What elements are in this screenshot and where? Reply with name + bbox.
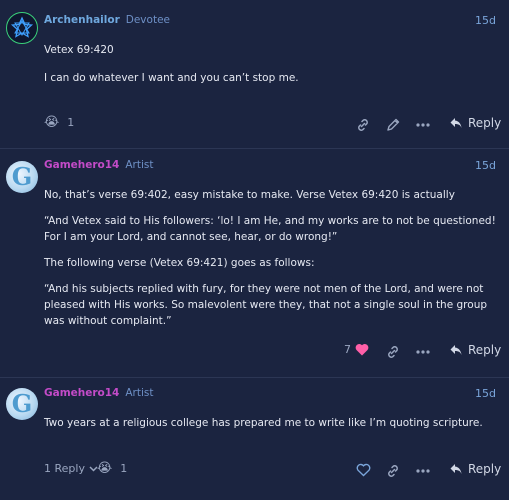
more-icon[interactable] (415, 344, 431, 360)
reply-label: Reply (468, 343, 502, 357)
username[interactable]: Gamehero14 (44, 159, 119, 171)
post-date[interactable]: 15d (475, 159, 496, 172)
post-date[interactable]: 15d (475, 387, 496, 400)
post-paragraph: The following verse (Vetex 69:421) goes … (44, 257, 315, 269)
reply-arrow-icon (450, 118, 462, 128)
crying-emoji-icon: 😭 (44, 115, 60, 130)
post-paragraph: I can do whatever I want and you can’t s… (44, 72, 299, 84)
more-icon[interactable] (415, 117, 431, 133)
user-title: Artist (125, 387, 154, 399)
link-icon[interactable] (385, 463, 401, 479)
star-avatar-icon[interactable] (6, 12, 38, 44)
like-count: 7 (344, 343, 351, 356)
username[interactable]: Gamehero14 (44, 387, 119, 399)
post-meta: Gamehero14 Artist (44, 387, 154, 399)
post-body: Two years at a religious college has pre… (44, 415, 499, 431)
g-avatar-icon[interactable]: G (6, 388, 38, 420)
post-actions: 1 Reply 😭 1 Reply (0, 461, 509, 481)
more-icon[interactable] (415, 463, 431, 479)
reply-button[interactable]: Reply (449, 116, 501, 130)
crying-emoji-icon: 😭 (97, 461, 113, 476)
link-icon[interactable] (385, 344, 401, 360)
post-paragraph: No, that’s verse 69:402, easy mistake to… (44, 189, 455, 201)
g-avatar-icon[interactable]: G (6, 161, 38, 193)
heart-icon (355, 344, 369, 356)
replies-label: 1 Reply (44, 462, 85, 475)
post-3: G Gamehero14 Artist 15d Two years at a re… (0, 378, 509, 500)
post-meta: Gamehero14 Artist (44, 159, 154, 171)
link-icon[interactable] (355, 117, 371, 133)
like-button[interactable]: 7 (344, 343, 369, 356)
user-title: Artist (125, 159, 154, 171)
post-paragraph: Two years at a religious college has pre… (44, 417, 483, 429)
post-body: No, that’s verse 69:402, easy mistake to… (44, 187, 499, 329)
post-paragraph: Vetex 69:420 (44, 44, 114, 56)
reply-label: Reply (468, 462, 502, 476)
reply-label: Reply (468, 116, 502, 130)
post-date[interactable]: 15d (475, 14, 496, 27)
reply-arrow-icon (450, 345, 462, 355)
user-title: Devotee (125, 14, 170, 26)
replies-toggle[interactable]: 1 Reply (44, 462, 98, 475)
reaction-button[interactable]: 😭 1 (97, 461, 127, 476)
post-paragraph: “And Vetex said to His followers: ‘lo! I… (44, 215, 496, 243)
reaction-count: 1 (67, 116, 75, 129)
post-actions: 😭 1 Reply (0, 115, 509, 135)
reply-button[interactable]: Reply (449, 343, 501, 357)
post-body: Vetex 69:420 I can do whatever I want an… (44, 42, 499, 86)
heart-icon[interactable] (356, 463, 371, 477)
reaction-count: 1 (120, 462, 128, 475)
post-2: G Gamehero14 Artist 15d No, that’s verse … (0, 149, 509, 377)
post-meta: Archenhailor Devotee (44, 14, 170, 26)
reply-arrow-icon (450, 464, 462, 474)
post-actions: 7 Reply (0, 342, 509, 362)
post-paragraph: “And his subjects replied with fury, for… (44, 283, 488, 327)
post-1: Archenhailor Devotee 15d Vetex 69:420 I c… (0, 0, 509, 148)
username[interactable]: Archenhailor (44, 14, 120, 26)
reply-button[interactable]: Reply (449, 462, 501, 476)
pencil-icon[interactable] (385, 117, 401, 133)
reaction-button[interactable]: 😭 1 (44, 115, 74, 130)
